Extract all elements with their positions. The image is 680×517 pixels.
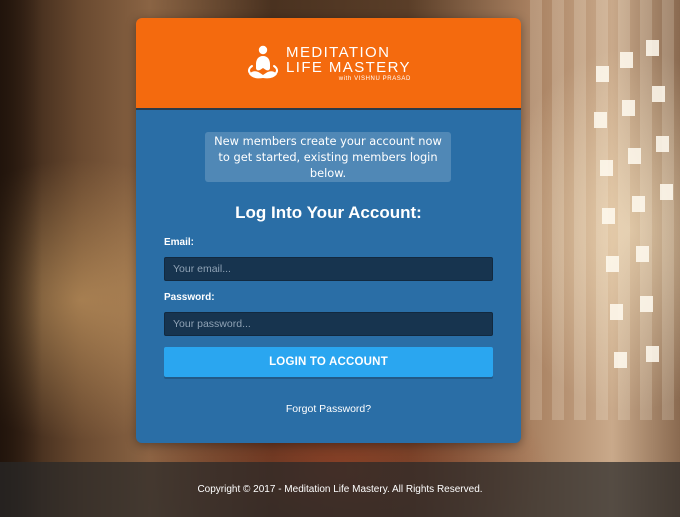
window-tile (610, 304, 623, 320)
window-tile (628, 148, 641, 164)
window-tile (602, 208, 615, 224)
window-tile (660, 184, 673, 200)
window-tile (620, 52, 633, 68)
password-label: Password: (164, 292, 215, 303)
window-tile (640, 296, 653, 312)
copyright-text: Copyright © 2017 - Meditation Life Maste… (197, 484, 483, 495)
footer: Copyright © 2017 - Meditation Life Maste… (0, 462, 680, 517)
members-notice: New members create your account now to g… (205, 132, 451, 182)
window-tile (636, 246, 649, 262)
form-title: Log Into Your Account: (235, 203, 422, 222)
brand-line-2: LIFE MASTERY (286, 58, 411, 76)
window-tile (614, 352, 627, 368)
panel-header: MEDITATION LIFE MASTERY with VISHNU PRAS… (136, 18, 521, 110)
background-pillar (0, 0, 42, 517)
brand-logo[interactable]: MEDITATION LIFE MASTERY with VISHNU PRAS… (246, 44, 411, 82)
brand-wordmark: MEDITATION LIFE MASTERY with VISHNU PRAS… (286, 45, 411, 82)
window-tile (600, 160, 613, 176)
brand-line-3: with VISHNU PRASAD (338, 75, 411, 82)
meditating-figure-icon (248, 45, 279, 79)
window-tile (652, 86, 665, 102)
window-tile (622, 100, 635, 116)
email-field[interactable] (164, 257, 493, 281)
brand-line-1: MEDITATION (286, 43, 391, 61)
email-label: Email: (164, 237, 195, 248)
window-tile (656, 136, 669, 152)
window-tile (606, 256, 619, 272)
login-panel: MEDITATION LIFE MASTERY with VISHNU PRAS… (136, 18, 521, 443)
password-field[interactable] (164, 312, 493, 336)
window-tile (632, 196, 645, 212)
window-tile (646, 346, 659, 362)
window-tile (646, 40, 659, 56)
forgot-password-link[interactable]: Forgot Password? (136, 403, 521, 415)
login-button[interactable]: LOGIN TO ACCOUNT (164, 347, 493, 377)
window-tile (594, 112, 607, 128)
window-tile (596, 66, 609, 82)
